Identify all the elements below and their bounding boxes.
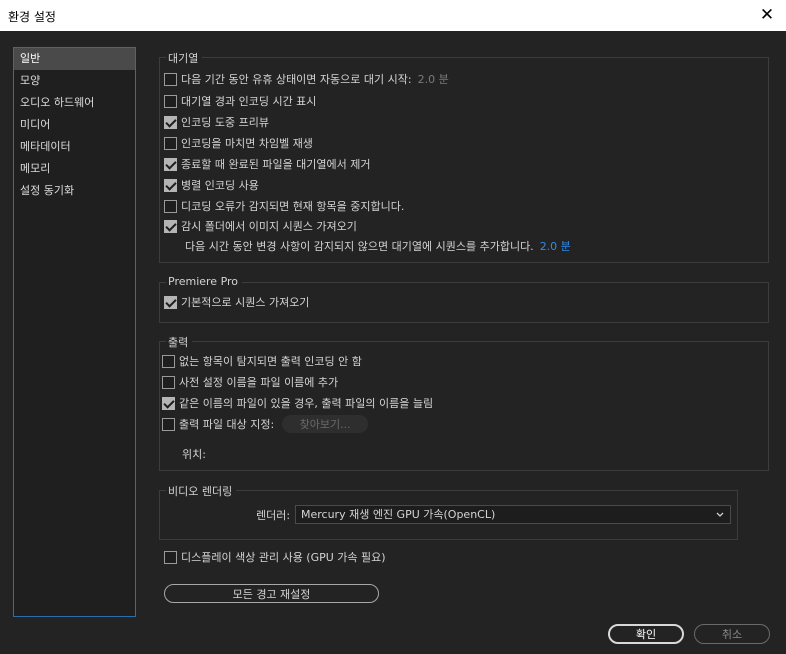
append-preset-name-checkbox[interactable] (162, 375, 175, 389)
renderer-select[interactable]: Mercury 재생 엔진 GPU 가속(OpenCL) (295, 505, 731, 524)
renderer-label-row: 렌더러: (256, 506, 290, 524)
chevron-down-icon (716, 512, 724, 517)
import-sequence-default-option[interactable]: 기본적으로 시퀀스 가져오기 (164, 293, 309, 311)
sidebar-item-memory[interactable]: 메모리 (14, 158, 135, 180)
specify-output-destination-checkbox[interactable] (162, 417, 175, 431)
output-group-title: 출력 (166, 334, 193, 350)
show-elapsed-time-option[interactable]: 대기열 경과 인코딩 시간 표시 (164, 92, 316, 110)
sequence-add-delay-text: 다음 시간 동안 변경 사항이 감지되지 않으면 대기열에 시퀀스를 추가합니다… (185, 240, 534, 253)
skip-missing-items-option[interactable]: 없는 항목이 탐지되면 출력 인코딩 안 함 (162, 352, 362, 370)
auto-start-queue-checkbox[interactable] (164, 72, 177, 86)
play-chime-option[interactable]: 인코딩을 마치면 차임벨 재생 (164, 134, 313, 152)
remove-completed-option[interactable]: 종료할 때 완료된 파일을 대기열에서 제거 (164, 155, 371, 173)
sidebar-item-sync-settings[interactable]: 설정 동기화 (14, 180, 135, 202)
append-preset-name-option[interactable]: 사전 설정 이름을 파일 이름에 추가 (162, 373, 338, 391)
title-bar: 환경 설정 ✕ (0, 0, 786, 31)
increment-filename-option[interactable]: 같은 이름의 파일이 있을 경우, 출력 파일의 이름을 늘림 (162, 394, 433, 412)
append-preset-name-label: 사전 설정 이름을 파일 이름에 추가 (179, 376, 339, 389)
reset-all-warnings-button[interactable]: 모든 경고 재설정 (164, 584, 379, 603)
video-rendering-group-title: 비디오 렌더링 (166, 483, 237, 499)
remove-completed-checkbox[interactable] (164, 157, 177, 171)
sequence-add-delay-value[interactable]: 2.0 분 (540, 238, 571, 254)
import-image-sequence-option[interactable]: 감시 폴더에서 이미지 시퀀스 가져오기 (164, 217, 357, 235)
play-chime-label: 인코딩을 마치면 차임벨 재생 (181, 137, 313, 150)
show-elapsed-time-checkbox[interactable] (164, 94, 177, 108)
sidebar-item-metadata[interactable]: 메타데이터 (14, 136, 135, 158)
renderer-selected-value: Mercury 재생 엔진 GPU 가속(OpenCL) (301, 508, 496, 521)
category-sidebar: 일반 모양 오디오 하드웨어 미디어 메타데이터 메모리 설정 동기화 (13, 47, 136, 617)
window-title: 환경 설정 (8, 10, 56, 24)
close-icon[interactable]: ✕ (756, 4, 778, 26)
increment-filename-checkbox[interactable] (162, 396, 175, 410)
specify-output-destination-option[interactable]: 출력 파일 대상 지정: 찾아보기... (162, 415, 369, 433)
import-sequence-default-checkbox[interactable] (164, 295, 177, 309)
preview-during-encode-option[interactable]: 인코딩 도중 프리뷰 (164, 113, 269, 131)
parallel-encoding-option[interactable]: 병렬 인코딩 사용 (164, 176, 259, 194)
import-sequence-default-label: 기본적으로 시퀀스 가져오기 (181, 296, 310, 309)
renderer-label: 렌더러: (256, 509, 291, 522)
queue-group-title: 대기열 (166, 50, 203, 66)
auto-start-queue-value: 2.0 분 (417, 73, 449, 86)
sidebar-item-appearance[interactable]: 모양 (14, 70, 135, 92)
sidebar-item-audio-hardware[interactable]: 오디오 하드웨어 (14, 92, 135, 114)
skip-missing-items-label: 없는 항목이 탐지되면 출력 인코딩 안 함 (179, 355, 362, 368)
stop-on-decode-error-option[interactable]: 디코딩 오류가 감지되면 현재 항목을 중지합니다. (164, 197, 404, 215)
stop-on-decode-error-label: 디코딩 오류가 감지되면 현재 항목을 중지합니다. (181, 200, 405, 213)
play-chime-checkbox[interactable] (164, 136, 177, 150)
browse-button[interactable]: 찾아보기... (282, 415, 369, 433)
auto-start-queue-option[interactable]: 다음 기간 동안 유휴 상태이면 자동으로 대기 시작: 2.0 분 (164, 70, 449, 88)
auto-start-queue-label: 다음 기간 동안 유휴 상태이면 자동으로 대기 시작: (181, 73, 412, 86)
ok-button[interactable]: 확인 (608, 624, 684, 644)
skip-missing-items-checkbox[interactable] (162, 354, 175, 368)
preview-during-encode-checkbox[interactable] (164, 115, 177, 129)
display-color-management-option[interactable]: 디스플레이 색상 관리 사용 (GPU 가속 필요) (164, 548, 386, 566)
preview-during-encode-label: 인코딩 도중 프리뷰 (181, 116, 269, 129)
parallel-encoding-label: 병렬 인코딩 사용 (181, 179, 259, 192)
import-image-sequence-checkbox[interactable] (164, 219, 177, 233)
output-location-label: 위치: (182, 448, 206, 461)
show-elapsed-time-label: 대기열 경과 인코딩 시간 표시 (181, 95, 317, 108)
sequence-add-delay-row: 다음 시간 동안 변경 사항이 감지되지 않으면 대기열에 시퀀스를 추가합니다… (185, 237, 571, 255)
display-color-management-label: 디스플레이 색상 관리 사용 (GPU 가속 필요) (181, 551, 386, 564)
import-image-sequence-label: 감시 폴더에서 이미지 시퀀스 가져오기 (181, 220, 357, 233)
increment-filename-label: 같은 이름의 파일이 있을 경우, 출력 파일의 이름을 늘림 (179, 397, 434, 410)
stop-on-decode-error-checkbox[interactable] (164, 199, 177, 213)
display-color-management-checkbox[interactable] (164, 550, 177, 564)
output-location-row: 위치: (182, 445, 206, 463)
cancel-button[interactable]: 취소 (694, 624, 770, 644)
premiere-group-title: Premiere Pro (166, 275, 243, 288)
sidebar-item-general[interactable]: 일반 (14, 48, 135, 70)
remove-completed-label: 종료할 때 완료된 파일을 대기열에서 제거 (181, 158, 371, 171)
specify-output-destination-label: 출력 파일 대상 지정: (179, 418, 275, 431)
parallel-encoding-checkbox[interactable] (164, 178, 177, 192)
sidebar-item-media[interactable]: 미디어 (14, 114, 135, 136)
